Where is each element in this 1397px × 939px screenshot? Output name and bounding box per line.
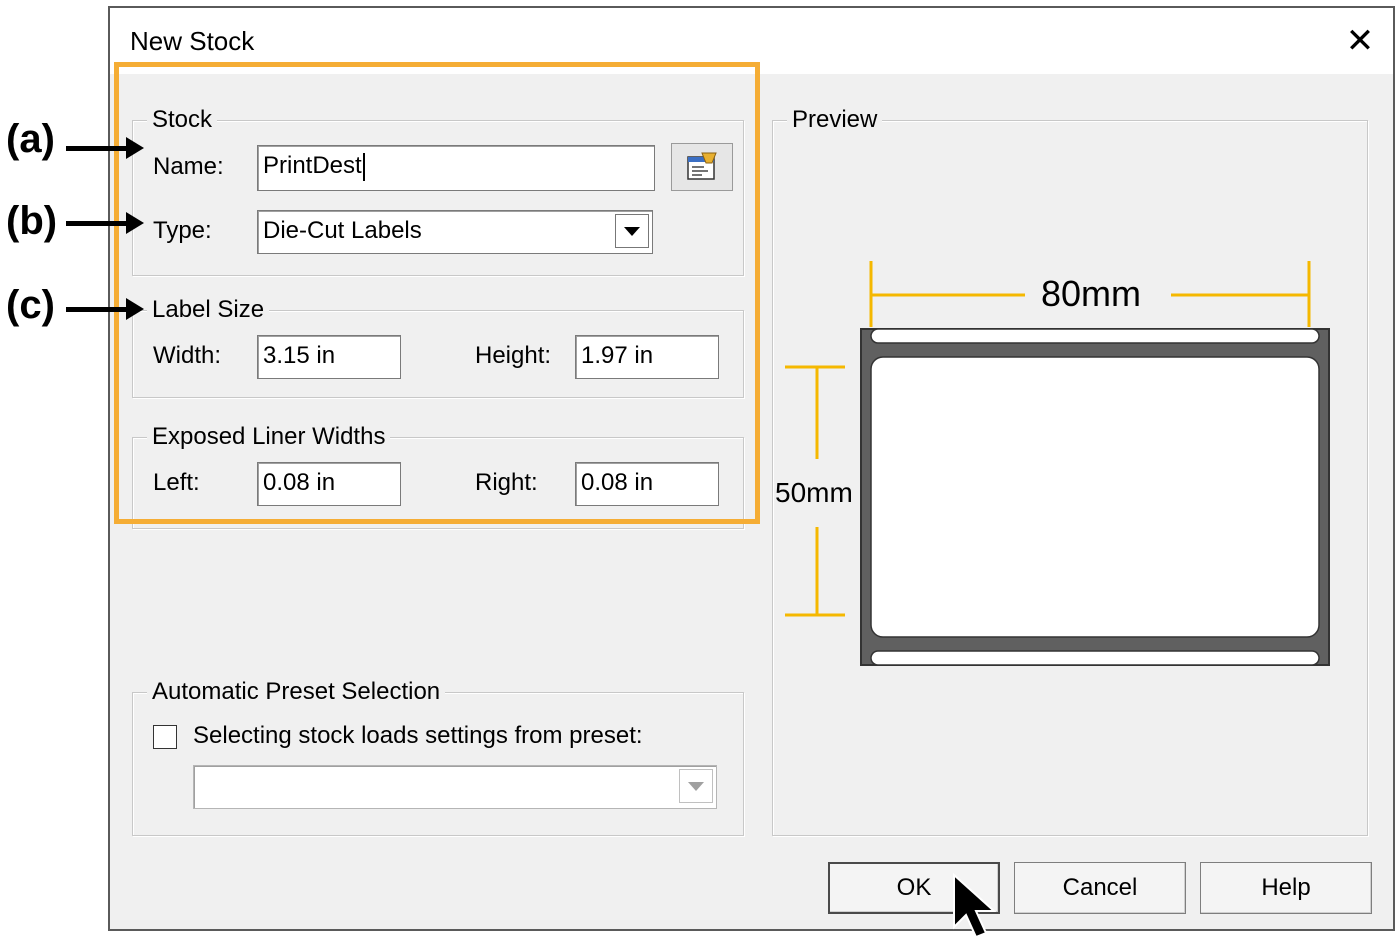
- die-cut-label: [870, 356, 1320, 638]
- arrow-c-icon: [66, 298, 144, 320]
- text-cursor: [362, 152, 365, 181]
- label-size-legend: Label Size: [147, 295, 270, 325]
- dialog-title: New Stock: [130, 26, 255, 56]
- mouse-pointer-icon: [953, 873, 997, 939]
- preset-dropdown-button[interactable]: [679, 769, 713, 803]
- new-stock-dialog: New Stock ✕ Stock Name: PrintDest Type:: [108, 6, 1395, 931]
- dialog-client-area: Stock Name: PrintDest Type: Die-Cut Labe…: [110, 74, 1393, 929]
- left-liner-input[interactable]: 0.08 in: [257, 462, 401, 506]
- liner-top-strip: [870, 328, 1320, 344]
- preset-select[interactable]: [193, 765, 717, 809]
- type-label: Type:: [153, 217, 212, 244]
- height-dimension-label: 50mm: [775, 477, 853, 508]
- label-size-group: Label Size Width: 3.15 in Height: 1.97 i…: [132, 295, 744, 398]
- right-label: Right:: [475, 469, 538, 496]
- callout-b: (b): [6, 199, 58, 243]
- left-liner-value: 0.08 in: [263, 469, 336, 496]
- type-select-value: Die-Cut Labels: [263, 217, 422, 244]
- label-preview: [785, 261, 1330, 666]
- properties-icon: [687, 152, 717, 180]
- title-bar: New Stock ✕: [110, 8, 1393, 74]
- chevron-down-icon: [688, 781, 704, 791]
- height-label: Height:: [475, 342, 552, 369]
- width-input-value: 3.15 in: [263, 342, 336, 369]
- callout-c: (c): [6, 283, 55, 327]
- preset-group: Automatic Preset Selection Selecting sto…: [132, 677, 744, 836]
- width-label: Width:: [153, 342, 222, 369]
- left-label: Left:: [153, 469, 200, 496]
- type-select[interactable]: Die-Cut Labels: [257, 210, 653, 254]
- right-liner-input[interactable]: 0.08 in: [575, 462, 719, 506]
- stock-browse-button[interactable]: [671, 143, 733, 191]
- stock-group: Stock Name: PrintDest Type: Die-Cut Labe…: [132, 105, 744, 276]
- type-dropdown-button[interactable]: [615, 214, 649, 248]
- right-liner-value: 0.08 in: [581, 469, 654, 496]
- liner-legend: Exposed Liner Widths: [147, 422, 391, 452]
- close-icon: ✕: [1345, 22, 1375, 60]
- width-dimension-label: 80mm: [1041, 273, 1142, 314]
- preview-group: Preview 80mm 50mm: [772, 105, 1368, 836]
- callout-a: (a): [6, 117, 55, 161]
- arrow-b-icon: [66, 212, 144, 234]
- preset-legend: Automatic Preset Selection: [147, 677, 446, 707]
- stock-legend: Stock: [147, 105, 218, 135]
- liner-bottom-strip: [870, 650, 1320, 666]
- close-button[interactable]: ✕: [1337, 18, 1383, 64]
- arrow-a-icon: [66, 137, 144, 159]
- height-input-value: 1.97 in: [581, 342, 654, 369]
- name-input[interactable]: PrintDest: [257, 145, 655, 191]
- width-input[interactable]: 3.15 in: [257, 335, 401, 379]
- name-label: Name:: [153, 153, 224, 180]
- liner-widths-group: Exposed Liner Widths Left: 0.08 in Right…: [132, 422, 744, 529]
- name-input-value: PrintDest: [263, 152, 362, 179]
- chevron-down-icon: [624, 226, 640, 236]
- preset-checkbox[interactable]: [153, 725, 177, 749]
- preset-checkbox-label[interactable]: Selecting stock loads settings from pres…: [193, 721, 643, 751]
- help-button[interactable]: Help: [1200, 862, 1372, 914]
- height-input[interactable]: 1.97 in: [575, 335, 719, 379]
- cancel-button[interactable]: Cancel: [1014, 862, 1186, 914]
